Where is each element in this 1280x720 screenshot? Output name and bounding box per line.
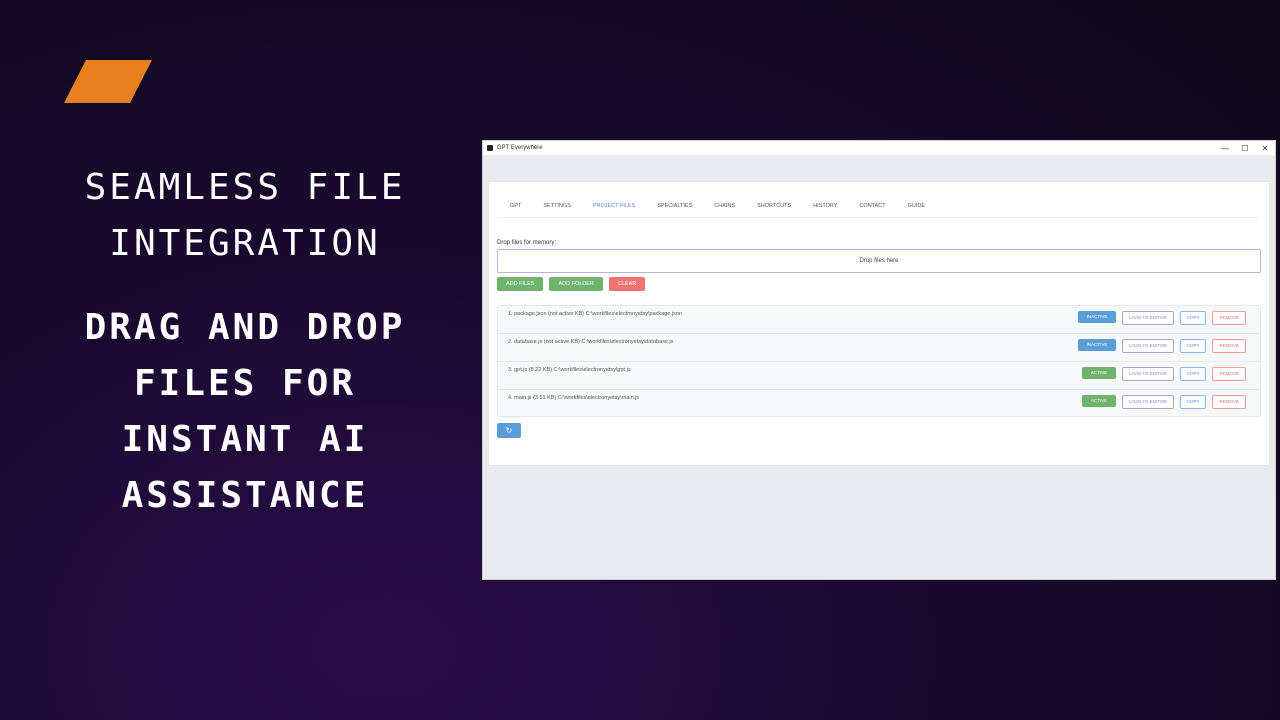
close-icon[interactable]: ✕	[1255, 141, 1275, 155]
app-icon	[487, 145, 493, 151]
tab-contact[interactable]: CONTACT	[848, 199, 896, 217]
refresh-button[interactable]: ↻	[497, 423, 521, 438]
status-toggle-button[interactable]: INACTIVE	[1077, 339, 1116, 351]
headline-line: INTEGRATION	[109, 223, 381, 264]
row-actions: INACTIVE LOAD TO EDITOR COPY REMOVE	[1077, 339, 1246, 353]
tab-project-files[interactable]: PROJECT FILES	[582, 199, 646, 217]
row-actions: INACTIVE LOAD TO EDITOR COPY REMOVE	[1077, 311, 1246, 325]
remove-button[interactable]: REMOVE	[1212, 367, 1246, 381]
main-panel: GPT SETTINGS PROJECT FILES SPECIALTIES C…	[488, 181, 1270, 466]
minimize-icon[interactable]: —	[1215, 141, 1235, 155]
file-row: 1. package.json (not active KB) C:\workf…	[498, 306, 1260, 334]
copy-button[interactable]: COPY	[1179, 367, 1207, 381]
file-row: 3. gpt.js (8.22 KB) C:\workfiles\electro…	[498, 362, 1260, 390]
drop-label: Drop files for memory:	[497, 240, 557, 246]
row-actions: ACTIVE LOAD TO EDITOR COPY REMOVE	[1081, 395, 1246, 409]
file-list: 1. package.json (not active KB) C:\workf…	[497, 305, 1261, 417]
refresh-icon: ↻	[505, 426, 513, 435]
remove-button[interactable]: REMOVE	[1212, 339, 1246, 353]
copy-button[interactable]: COPY	[1179, 339, 1207, 353]
copy-button[interactable]: COPY	[1179, 311, 1207, 325]
file-row: 4. main.js (3.51 KB) C:\workfiles\electr…	[498, 390, 1260, 417]
subheadline-line: DRAG AND DROP	[84, 307, 406, 348]
tab-chains[interactable]: CHAINS	[703, 199, 746, 217]
file-info: 4. main.js (3.51 KB) C:\workfiles\electr…	[508, 395, 640, 401]
file-info: 2. database.js (not active KB) C:\workfi…	[508, 339, 674, 345]
row-actions: ACTIVE LOAD TO EDITOR COPY REMOVE	[1081, 367, 1246, 381]
add-files-button[interactable]: ADD FILES	[497, 277, 544, 291]
drop-zone[interactable]: Drop files here	[497, 249, 1261, 273]
file-info: 1. package.json (not active KB) C:\workf…	[508, 311, 682, 317]
file-button-row: ADD FILES ADD FOLDER CLEAR	[497, 277, 646, 291]
load-to-editor-button[interactable]: LOAD TO EDITOR	[1121, 311, 1174, 325]
remove-button[interactable]: REMOVE	[1212, 395, 1246, 409]
tab-history[interactable]: HISTORY	[802, 199, 848, 217]
subheadline-line: FILES FOR	[133, 363, 357, 404]
file-info: 3. gpt.js (8.22 KB) C:\workfiles\electro…	[508, 367, 631, 373]
subheadline: DRAG AND DROP FILES FOR INSTANT AI ASSIS…	[40, 300, 450, 524]
tab-specialties[interactable]: SPECIALTIES	[646, 199, 703, 217]
status-toggle-button[interactable]: ACTIVE	[1081, 395, 1116, 407]
app-window: GPT Everywhere — ☐ ✕ GPT SETTINGS PROJEC…	[482, 140, 1276, 580]
copy-button[interactable]: COPY	[1179, 395, 1207, 409]
file-row: 2. database.js (not active KB) C:\workfi…	[498, 334, 1260, 362]
load-to-editor-button[interactable]: LOAD TO EDITOR	[1121, 395, 1174, 409]
tab-guide[interactable]: GUIDE	[897, 199, 936, 217]
tab-bar: GPT SETTINGS PROJECT FILES SPECIALTIES C…	[499, 199, 1259, 218]
window-title: GPT Everywhere	[497, 145, 543, 151]
tab-settings[interactable]: SETTINGS	[532, 199, 582, 217]
subheadline-line: ASSISTANCE	[121, 475, 369, 516]
headline: SEAMLESS FILE INTEGRATION	[40, 160, 450, 272]
drop-zone-text: Drop files here	[859, 258, 899, 264]
subheadline-line: INSTANT AI	[121, 419, 369, 460]
tab-gpt[interactable]: GPT	[499, 199, 532, 217]
status-toggle-button[interactable]: ACTIVE	[1081, 367, 1116, 379]
add-folder-button[interactable]: ADD FOLDER	[549, 277, 603, 291]
logo-parallelogram-icon	[64, 60, 152, 103]
title-bar: GPT Everywhere — ☐ ✕	[483, 141, 1275, 155]
load-to-editor-button[interactable]: LOAD TO EDITOR	[1121, 367, 1174, 381]
window-controls: — ☐ ✕	[1215, 141, 1275, 155]
headline-line: SEAMLESS FILE	[84, 167, 406, 208]
maximize-icon[interactable]: ☐	[1235, 141, 1255, 155]
load-to-editor-button[interactable]: LOAD TO EDITOR	[1121, 339, 1174, 353]
clear-button[interactable]: CLEAR	[608, 277, 646, 291]
status-toggle-button[interactable]: INACTIVE	[1077, 311, 1116, 323]
tab-shortcuts[interactable]: SHORTCUTS	[746, 199, 802, 217]
remove-button[interactable]: REMOVE	[1212, 311, 1246, 325]
